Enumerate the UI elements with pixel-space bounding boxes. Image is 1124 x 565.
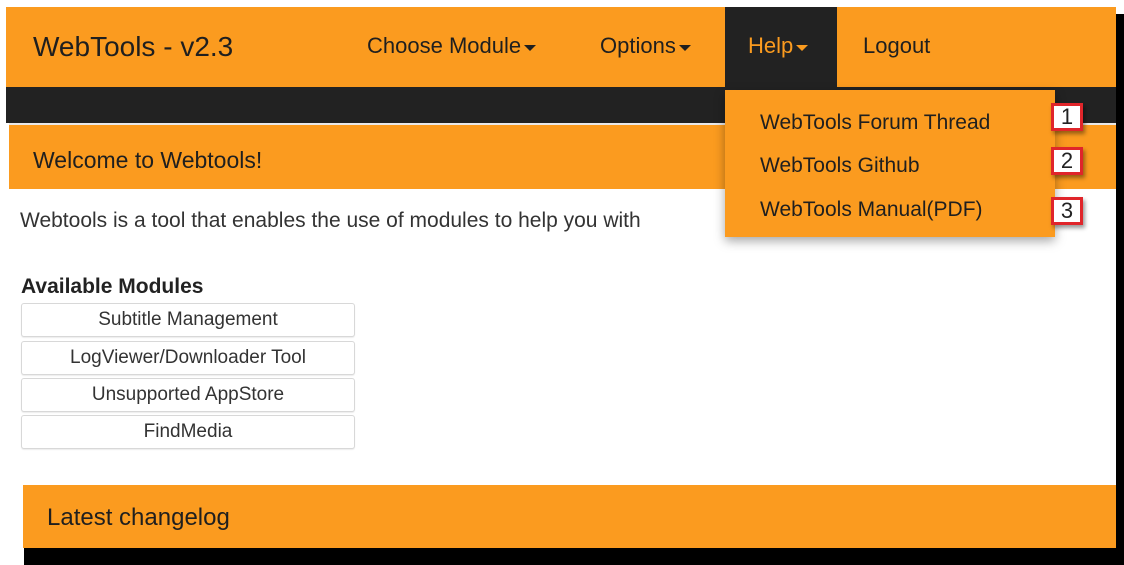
module-button-findmedia[interactable]: FindMedia [21, 415, 355, 449]
callout-marker-1: 1 [1051, 103, 1083, 131]
nav-help[interactable]: Help [725, 7, 837, 87]
nav-options-label: Options [600, 33, 676, 58]
callout-marker-3: 3 [1051, 197, 1083, 225]
intro-text: Webtools is a tool that enables the use … [20, 209, 641, 232]
module-button-unsupported-appstore[interactable]: Unsupported AppStore [21, 378, 355, 412]
changelog-panel-header: Latest changelog [23, 485, 1116, 548]
welcome-title: Welcome to Webtools! [33, 147, 263, 173]
module-button-logviewer[interactable]: LogViewer/Downloader Tool [21, 341, 355, 375]
screenshot-shadow-right [1116, 14, 1124, 565]
help-dropdown-menu: WebTools Forum Thread WebTools Github We… [725, 90, 1055, 237]
chevron-down-icon [524, 44, 537, 51]
changelog-title: Latest changelog [47, 504, 230, 531]
module-button-subtitle-management[interactable]: Subtitle Management [21, 303, 355, 337]
top-navbar: WebTools - v2.3 Choose Module Options He… [6, 7, 1116, 87]
menu-item-forum-thread[interactable]: WebTools Forum Thread [760, 111, 990, 135]
chevron-down-icon [678, 44, 691, 51]
nav-logout-label: Logout [863, 33, 931, 58]
app-window: WebTools - v2.3 Choose Module Options He… [6, 7, 1116, 548]
nav-options[interactable]: Options [600, 33, 691, 59]
app-brand[interactable]: WebTools - v2.3 [33, 31, 233, 63]
menu-item-github[interactable]: WebTools Github [760, 154, 920, 178]
menu-item-manual-pdf[interactable]: WebTools Manual(PDF) [760, 198, 983, 222]
nav-choose-module[interactable]: Choose Module [367, 33, 537, 59]
chevron-down-icon [796, 44, 809, 51]
nav-choose-module-label: Choose Module [367, 33, 522, 58]
nav-logout[interactable]: Logout [863, 33, 930, 59]
available-modules-heading: Available Modules [21, 275, 204, 298]
nav-help-label: Help [748, 33, 794, 58]
screenshot-shadow-bottom [24, 548, 1124, 565]
callout-marker-2: 2 [1051, 147, 1083, 175]
